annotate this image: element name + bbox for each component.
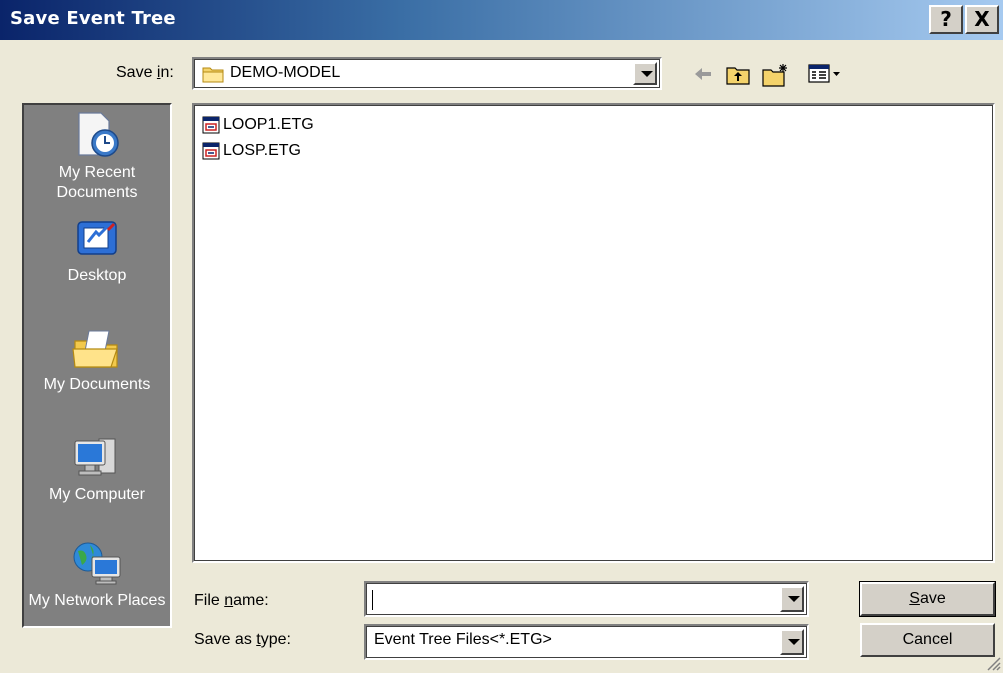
new-folder-icon[interactable] [762,63,790,87]
folder-icon [202,67,224,83]
save-button[interactable]: Save [859,581,996,617]
network-places-icon [73,542,121,585]
desktop-icon [77,221,117,255]
etg-file-icon [202,142,220,160]
save-type-value: Event Tree Files<*.ETG> [374,631,552,648]
place-label: My Computer [48,486,146,503]
file-name-text: LOOP1.ETG [223,116,314,133]
my-computer-icon [74,438,116,476]
place-network-places[interactable]: My Network Places [24,541,170,611]
save-type-select[interactable]: Event Tree Files<*.ETG> [364,624,809,660]
place-recent-documents[interactable]: My Recent Documents [24,111,170,203]
place-label: Desktop [67,267,127,284]
title-bar[interactable]: Save Event Tree ? X [0,0,1003,40]
file-name-text: LOSP.ETG [223,142,301,159]
window-title: Save Event Tree [10,8,176,29]
list-item[interactable]: LOSP.ETG [202,140,301,162]
save-in-value: DEMO-MODEL [230,64,341,81]
places-bar: My Recent Documents Desktop My Documents [22,103,172,628]
up-one-level-icon[interactable] [726,63,750,85]
save-type-label: Save as type: [194,631,291,648]
cancel-button[interactable]: Cancel [860,623,995,657]
close-button[interactable]: X [965,5,999,34]
place-my-documents[interactable]: My Documents [24,327,170,395]
save-type-dropdown-button[interactable] [780,629,804,655]
save-in-dropdown-button[interactable] [633,62,657,85]
save-in-label: Save in: [116,64,174,81]
list-item[interactable]: LOOP1.ETG [202,114,314,136]
file-name-input[interactable] [364,581,809,617]
place-label: My Documents [43,376,151,393]
save-dialog: Save Event Tree ? X Save in: DEMO-MODEL [0,0,1003,673]
recent-documents-icon [78,112,119,157]
place-label: My Recent Documents [56,164,138,201]
views-menu-icon[interactable] [808,63,842,85]
help-button[interactable]: ? [929,5,963,34]
file-list[interactable]: LOOP1.ETG LOSP.ETG [192,103,995,563]
file-name-dropdown-button[interactable] [780,586,804,612]
place-desktop[interactable]: Desktop [24,220,170,286]
etg-file-icon [202,116,220,134]
file-name-label: File name: [194,592,269,609]
my-documents-icon [72,330,118,368]
text-cursor [372,590,373,610]
place-my-computer[interactable]: My Computer [24,435,170,505]
resize-grip-icon[interactable] [985,655,1001,671]
back-arrow-icon[interactable] [692,63,714,85]
place-label: My Network Places [28,592,166,609]
save-in-combo[interactable]: DEMO-MODEL [192,57,662,90]
